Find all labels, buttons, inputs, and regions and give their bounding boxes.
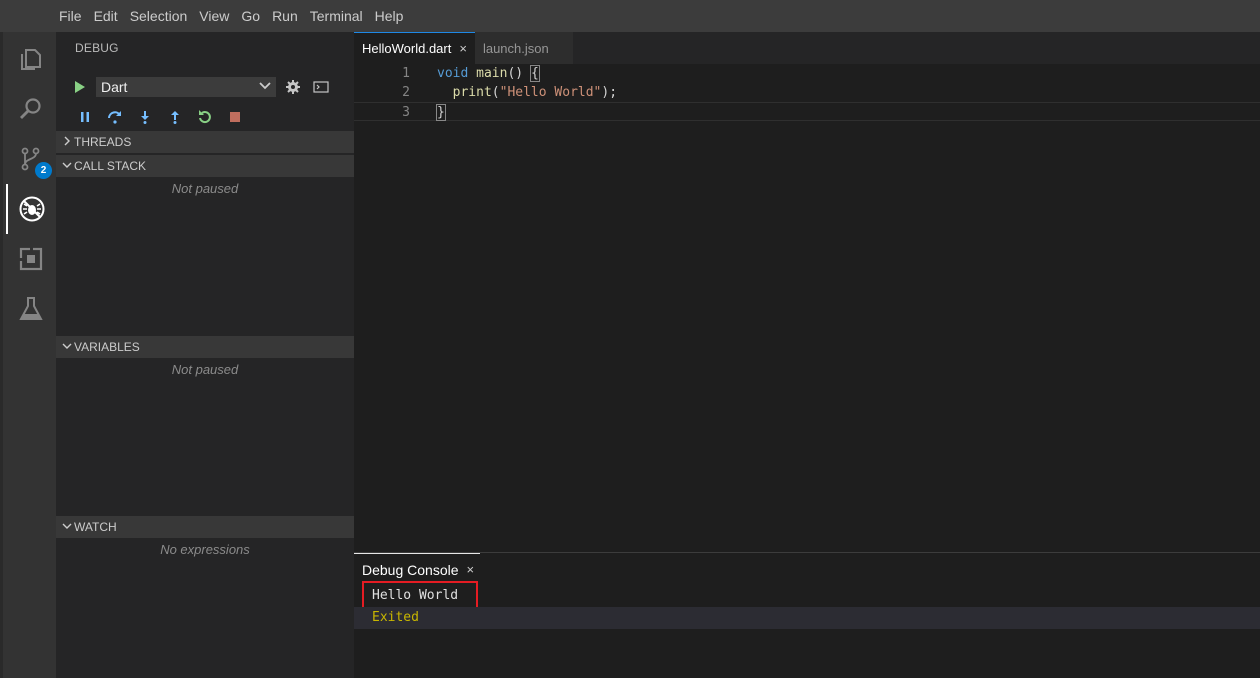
code-token: { xyxy=(529,65,540,82)
code-token: ); xyxy=(601,85,618,100)
debug-button[interactable] xyxy=(6,184,56,234)
line-number: 2 xyxy=(402,85,410,100)
watch-section-header[interactable]: WATCH xyxy=(56,516,354,538)
stop-button[interactable] xyxy=(220,106,250,128)
source-control-button[interactable]: 2 xyxy=(6,134,56,184)
sidebar-title: DEBUG xyxy=(75,41,119,55)
call-stack-empty-message: Not paused xyxy=(171,181,239,196)
step-out-button[interactable] xyxy=(160,106,190,128)
variables-empty-message: Not paused xyxy=(171,362,239,377)
code-line-text: print("Hello World"); xyxy=(437,83,617,102)
variables-section-header[interactable]: VARIABLES xyxy=(56,336,354,358)
editor-tabs: HelloWorld.dart × launch.json xyxy=(354,32,1260,64)
gear-icon xyxy=(286,80,300,94)
code-token: ( xyxy=(491,85,500,100)
stop-icon xyxy=(230,112,240,122)
step-over-icon xyxy=(108,111,121,124)
code-line-current: 3 } xyxy=(354,102,1260,121)
code-token: void xyxy=(437,66,469,81)
play-icon xyxy=(75,81,85,93)
open-launch-json-button[interactable] xyxy=(282,77,304,97)
debug-sidebar: DEBUG Dart THREADS CALL STACK Not paused… xyxy=(56,32,354,678)
testing-button[interactable] xyxy=(6,284,56,334)
restart-icon xyxy=(199,110,211,124)
step-over-button[interactable] xyxy=(100,106,130,128)
debug-console-panel: Debug Console × Hello World Exited xyxy=(354,552,1260,678)
threads-section-title: THREADS xyxy=(74,135,132,149)
chevron-down-icon xyxy=(60,341,74,353)
code-token: main xyxy=(476,66,508,81)
step-into-button[interactable] xyxy=(130,106,160,128)
code-token: () xyxy=(507,66,531,81)
chevron-down-icon xyxy=(60,160,74,172)
menu-run[interactable]: Run xyxy=(267,0,303,32)
start-debugging-button[interactable] xyxy=(70,77,90,97)
call-stack-section-title: CALL STACK xyxy=(74,159,147,173)
debug-console-toggle-button[interactable] xyxy=(310,77,332,97)
debug-config-select[interactable]: Dart xyxy=(96,77,276,97)
menu-help[interactable]: Help xyxy=(370,0,409,32)
watch-section-title: WATCH xyxy=(74,520,117,534)
tab-label: HelloWorld.dart xyxy=(362,41,452,56)
menu-view[interactable]: View xyxy=(194,0,234,32)
explorer-icon xyxy=(21,49,41,70)
close-icon[interactable]: × xyxy=(467,562,475,577)
source-control-badge: 2 xyxy=(35,162,52,179)
pause-icon xyxy=(81,112,89,122)
menu-file[interactable]: File xyxy=(54,0,87,32)
debug-config-toolbar: Dart xyxy=(70,76,332,98)
console-output-line: Exited xyxy=(354,607,1260,629)
menu-bar: File Edit Selection View Go Run Terminal… xyxy=(0,0,1260,32)
code-line: 1 void main() { xyxy=(354,64,1260,83)
debug-actions-toolbar xyxy=(70,106,250,128)
restart-button[interactable] xyxy=(190,106,220,128)
close-icon[interactable]: × xyxy=(459,41,467,56)
menu-selection[interactable]: Selection xyxy=(125,0,193,32)
code-token: print xyxy=(452,85,492,100)
tab-launch-json[interactable]: launch.json xyxy=(474,32,573,64)
panel-tab-label: Debug Console xyxy=(362,561,459,578)
menu-terminal[interactable]: Terminal xyxy=(305,0,368,32)
line-number: 3 xyxy=(402,105,410,120)
code-token: } xyxy=(436,104,446,121)
code-line-text: } xyxy=(436,103,446,122)
step-into-icon xyxy=(141,111,149,124)
code-line-text: void main() { xyxy=(437,64,540,83)
threads-section-header[interactable]: THREADS xyxy=(56,131,354,153)
search-button[interactable] xyxy=(6,84,56,134)
extensions-button[interactable] xyxy=(6,234,56,284)
code-editor[interactable]: 1 void main() { 2 print("Hello World"); … xyxy=(354,64,1260,154)
code-token: "Hello World" xyxy=(499,85,602,100)
chevron-down-icon xyxy=(60,521,74,533)
tab-label: launch.json xyxy=(482,40,549,56)
call-stack-section-header[interactable]: CALL STACK xyxy=(56,155,354,177)
debug-config-value: Dart xyxy=(101,79,128,95)
debug-icon xyxy=(19,196,45,222)
tab-helloworld-dart[interactable]: HelloWorld.dart × xyxy=(354,32,475,64)
menu-go[interactable]: Go xyxy=(236,0,265,32)
console-icon xyxy=(313,81,329,93)
line-number: 1 xyxy=(402,66,410,81)
testing-icon xyxy=(19,297,43,320)
chevron-right-icon xyxy=(60,136,74,149)
step-out-icon xyxy=(171,111,179,124)
console-output-line: Hello World xyxy=(362,581,478,610)
activity-bar: 2 xyxy=(0,32,56,678)
search-icon xyxy=(20,98,41,119)
pause-button[interactable] xyxy=(70,106,100,128)
explorer-button[interactable] xyxy=(6,34,56,84)
extensions-icon xyxy=(19,247,43,271)
watch-empty-message: No expressions xyxy=(160,542,250,557)
editor-area: HelloWorld.dart × launch.json 1 void mai… xyxy=(354,32,1260,552)
menu-edit[interactable]: Edit xyxy=(89,0,123,32)
variables-section-title: VARIABLES xyxy=(74,340,140,354)
chevron-down-icon xyxy=(259,81,271,93)
code-line: 2 print("Hello World"); xyxy=(354,83,1260,102)
